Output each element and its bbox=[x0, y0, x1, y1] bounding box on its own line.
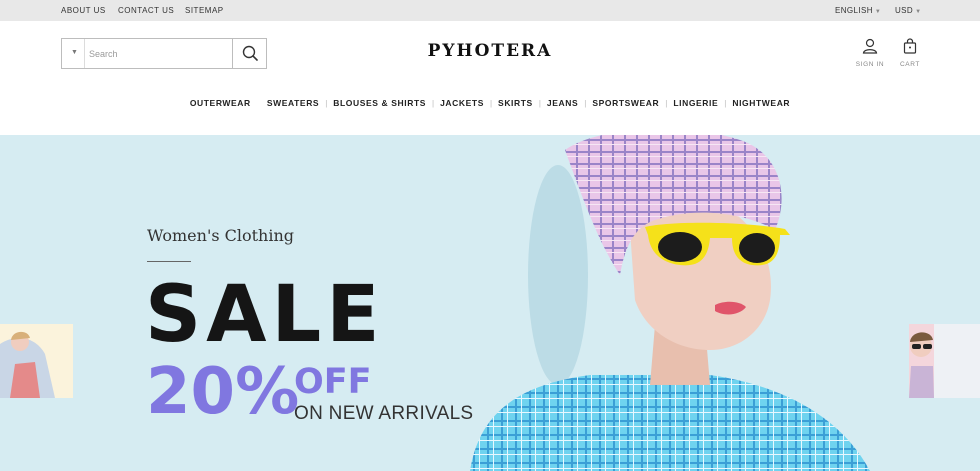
top-bar: ABOUT US CONTACT US SITEMAP ENGLISH ▼ USD… bbox=[0, 0, 980, 21]
language-selector[interactable]: ENGLISH ▼ bbox=[835, 6, 881, 15]
nav-divider: | bbox=[325, 99, 328, 108]
nav-divider: | bbox=[538, 99, 541, 108]
nav-divider: | bbox=[432, 99, 435, 108]
shopping-bag-icon bbox=[903, 38, 917, 54]
nav-item-skirts[interactable]: SKIRTS bbox=[498, 98, 533, 108]
chevron-down-icon: ▼ bbox=[874, 9, 882, 15]
sign-in-label: SIGN IN bbox=[855, 61, 885, 68]
hero-tagline: ON NEW ARRIVALS bbox=[294, 403, 474, 424]
nav-divider: | bbox=[665, 99, 668, 108]
currency-selector[interactable]: USD ▼ bbox=[895, 6, 921, 15]
nav-divider: | bbox=[584, 99, 587, 108]
nav-item-jeans[interactable]: JEANS bbox=[547, 98, 578, 108]
cart-label: CART bbox=[900, 61, 920, 68]
main-navigation: OUTERWEAR | SWEATERS | BLOUSES & SHIRTS | JACK… bbox=[0, 98, 980, 108]
nav-item-sportswear[interactable]: SPORTSWEAR bbox=[592, 98, 659, 108]
chevron-down-icon: ▼ bbox=[915, 9, 922, 15]
hero-divider bbox=[147, 261, 191, 262]
site-header: ▼ PYHOTERA SIGN IN CART OUTERWEAR|SWEATE… bbox=[0, 21, 980, 135]
hero-model-image bbox=[470, 135, 870, 471]
nav-item-blouses-shirts[interactable]: BLOUSES & SHIRTS bbox=[333, 98, 426, 108]
nav-item-lingerie[interactable]: LINGERIE bbox=[673, 98, 718, 108]
nav-item-sweaters[interactable]: SWEATERS bbox=[267, 98, 319, 108]
prev-slide-image bbox=[0, 324, 73, 398]
nav-item-nightwear[interactable]: NIGHTWEAR bbox=[732, 98, 790, 108]
hero-discount-percent: 20% bbox=[146, 355, 300, 429]
next-slide-thumbnail[interactable] bbox=[909, 324, 980, 398]
nav-divider: | bbox=[258, 99, 260, 108]
site-logo[interactable]: PYHOTERA bbox=[0, 41, 980, 61]
sitemap-link[interactable]: SITEMAP bbox=[185, 6, 224, 15]
sign-in-button[interactable]: SIGN IN bbox=[853, 38, 887, 68]
user-icon bbox=[862, 38, 878, 54]
nav-divider: | bbox=[489, 99, 493, 108]
nav-item-jackets[interactable]: JACKETS bbox=[440, 98, 484, 108]
hero-subtitle: Women's Clothing bbox=[147, 226, 295, 245]
hero-headline: SALE bbox=[145, 270, 385, 360]
prev-slide-thumbnail[interactable] bbox=[0, 324, 73, 398]
cart-button[interactable]: CART bbox=[893, 38, 927, 68]
language-label: ENGLISH bbox=[835, 6, 873, 15]
hero-off-label: OFF bbox=[294, 362, 372, 402]
next-slide-image bbox=[909, 324, 980, 398]
nav-divider: | bbox=[724, 99, 727, 108]
about-us-link[interactable]: ABOUT US bbox=[61, 6, 106, 15]
nav-item-outerwear[interactable]: OUTERWEAR bbox=[190, 98, 251, 108]
hero-banner[interactable]: Women's Clothing SALE 20% OFF ON NEW ARR… bbox=[0, 135, 980, 471]
currency-label: USD bbox=[895, 6, 914, 15]
contact-us-link[interactable]: CONTACT US bbox=[118, 6, 174, 15]
